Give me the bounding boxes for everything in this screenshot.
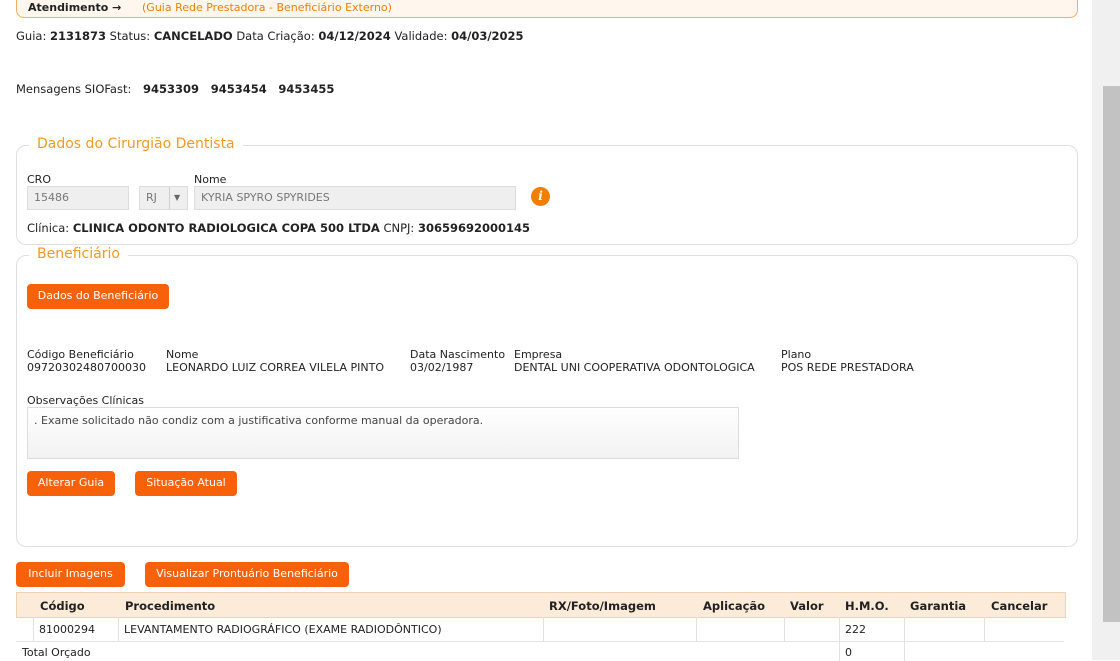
- mensagens-siofast: Mensagens SIOFast: 9453309 9453454 94534…: [16, 82, 334, 96]
- uf-value: RJ: [146, 191, 157, 204]
- beneficiario-legend: Beneficiário: [29, 246, 128, 262]
- cnpj-value: 30659692000145: [417, 221, 530, 235]
- cell-divider: [904, 617, 905, 641]
- col-garantia: Garantia: [910, 599, 967, 613]
- cell-divider: [984, 617, 985, 641]
- row-codigo: 81000294: [39, 623, 95, 636]
- data-criacao-label: Data Criação:: [236, 29, 315, 43]
- beneficiario-nome-value: LEONARDO LUIZ CORREA VILELA PINTO: [166, 361, 384, 374]
- breadcrumb-title: Atendimento →: [28, 1, 122, 14]
- row-procedimento: LEVANTAMENTO RADIOGRÁFICO (EXAME RADIODÔ…: [124, 623, 442, 636]
- vertical-scrollbar[interactable]: [1092, 0, 1120, 660]
- row-hmo: 222: [845, 623, 866, 636]
- col-aplicacao: Aplicação: [703, 599, 766, 613]
- incluir-imagens-button[interactable]: Incluir Imagens: [16, 562, 125, 587]
- mensagem-item[interactable]: 9453309: [143, 82, 199, 96]
- col-valor: Valor: [790, 599, 824, 613]
- col-procedimento: Procedimento: [125, 599, 216, 613]
- col-hmo: H.M.O.: [845, 599, 889, 613]
- total-hmo-value: 0: [845, 646, 852, 659]
- empresa-label: Empresa: [514, 348, 563, 361]
- chevron-down-icon: ▼: [174, 193, 181, 202]
- situacao-atual-button[interactable]: Situação Atual: [135, 471, 237, 496]
- guia-info: Guia: 2131873 Status: CANCELADO Data Cri…: [16, 29, 524, 43]
- table-row: 81000294 LEVANTAMENTO RADIOGRÁFICO (EXAM…: [16, 617, 1064, 642]
- col-cancelar: Cancelar: [991, 599, 1048, 613]
- clinica-value: CLINICA ODONTO RADIOLOGICA COPA 500 LTDA: [72, 221, 380, 235]
- nome-field[interactable]: KYRIA SPYRO SPYRIDES: [194, 186, 516, 210]
- col-rx: RX/Foto/Imagem: [549, 599, 656, 613]
- cell-divider: [696, 617, 697, 641]
- cnpj-label: CNPJ:: [383, 221, 415, 235]
- beneficiario-nome-label: Nome: [166, 348, 199, 361]
- mensagens-label: Mensagens SIOFast:: [16, 82, 132, 96]
- scrollbar-thumb[interactable]: [1103, 86, 1120, 622]
- cell-divider: [904, 641, 905, 661]
- guia-label: Guia:: [16, 29, 47, 43]
- mensagem-item[interactable]: 9453455: [278, 82, 334, 96]
- cell-divider: [118, 617, 119, 641]
- guia-number: 2131873: [49, 29, 106, 43]
- total-orcado-label: Total Orçado: [22, 646, 91, 659]
- empresa-value: DENTAL UNI COOPERATIVA ODONTOLOGICA: [514, 361, 755, 374]
- cro-label: CRO: [27, 173, 51, 186]
- status-value: CANCELADO: [153, 29, 233, 43]
- validade-label: Validade:: [394, 29, 448, 43]
- beneficiario-fieldset: [16, 255, 1078, 547]
- data-nascimento-value: 03/02/1987: [410, 361, 474, 374]
- uf-divider: [169, 187, 170, 209]
- clinica-label: Clínica:: [27, 221, 70, 235]
- breadcrumb-subtitle[interactable]: (Guia Rede Prestadora - Beneficiário Ext…: [142, 1, 392, 14]
- codigo-beneficiario-label: Código Beneficiário: [27, 348, 134, 361]
- breadcrumb: Atendimento → (Guia Rede Prestadora - Be…: [16, 0, 1078, 18]
- uf-select[interactable]: RJ ▼: [139, 186, 188, 210]
- procedimentos-table-header: Código Procedimento RX/Foto/Imagem Aplic…: [16, 592, 1066, 618]
- codigo-beneficiario-value: 09720302480700030: [27, 361, 146, 374]
- nome-label: Nome: [194, 173, 227, 186]
- cell-divider: [784, 617, 785, 641]
- cell-divider: [543, 617, 544, 641]
- alterar-guia-button[interactable]: Alterar Guia: [27, 471, 115, 496]
- data-nascimento-label: Data Nascimento: [410, 348, 506, 361]
- plano-value: POS REDE PRESTADORA: [781, 361, 914, 374]
- plano-label: Plano: [781, 348, 812, 361]
- col-codigo: Código: [40, 599, 85, 613]
- info-icon[interactable]: i: [531, 187, 550, 206]
- status-label: Status:: [109, 29, 151, 43]
- cell-divider: [839, 617, 840, 641]
- cro-field[interactable]: 15486: [27, 186, 129, 210]
- table-total-row: Total Orçado 0: [16, 641, 1064, 661]
- cell-divider: [33, 617, 34, 641]
- visualizar-prontuario-button[interactable]: Visualizar Prontuário Beneficiário: [145, 562, 349, 587]
- mensagem-item[interactable]: 9453454: [211, 82, 267, 96]
- dentista-legend: Dados do Cirurgião Dentista: [29, 136, 243, 152]
- cell-divider: [839, 641, 840, 661]
- observacoes-textarea[interactable]: . Exame solicitado não condiz com a just…: [27, 407, 739, 459]
- observacoes-label: Observações Clínicas: [27, 394, 145, 407]
- data-criacao-value: 04/12/2024: [318, 29, 391, 43]
- dados-beneficiario-button[interactable]: Dados do Beneficiário: [27, 284, 169, 309]
- validade-value: 04/03/2025: [451, 29, 524, 43]
- clinica-info: Clínica: CLINICA ODONTO RADIOLOGICA COPA…: [27, 221, 530, 235]
